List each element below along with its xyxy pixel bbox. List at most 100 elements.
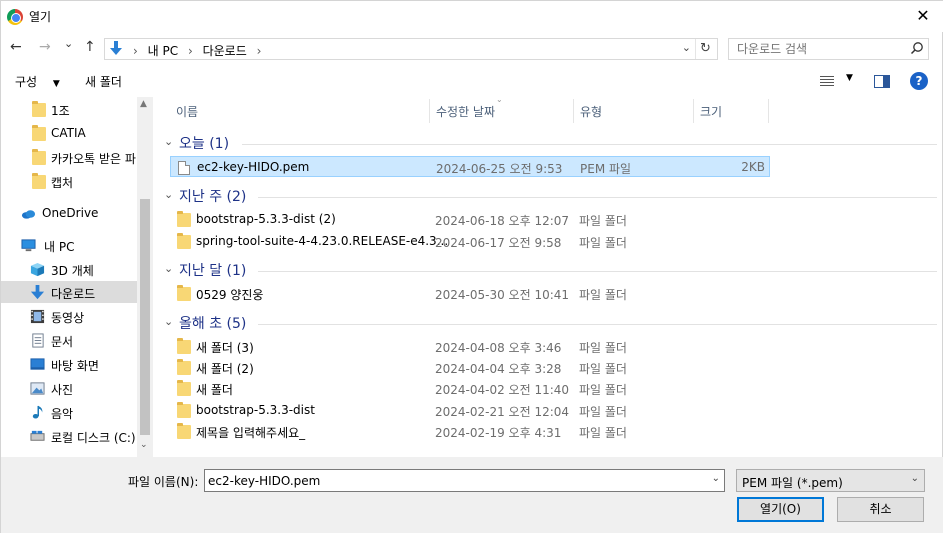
group-header-earlier-this-year[interactable]: ⌄ 올해 초 (5)	[162, 312, 937, 334]
nav-item-local-disk[interactable]: 로컬 디스크 (C:)	[1, 425, 137, 447]
organize-label: 구성	[15, 75, 38, 89]
search-input[interactable]	[729, 39, 904, 59]
column-header-date[interactable]: 수정한 날짜	[436, 103, 495, 120]
file-name: spring-tool-suite-4-4.23.0.RELEASE-e4.3.…	[196, 234, 449, 248]
file-type: 파일 폴더	[579, 426, 627, 440]
pc-icon	[21, 239, 36, 252]
scrollbar-thumb[interactable]	[140, 199, 150, 435]
folder-icon	[177, 402, 191, 418]
column-separator[interactable]	[429, 99, 430, 123]
up-arrow-icon[interactable]: ↑	[84, 39, 96, 55]
preview-pane-icon[interactable]	[874, 75, 890, 88]
search-icon[interactable]	[910, 41, 924, 55]
close-button[interactable]: ✕	[910, 4, 936, 28]
breadcrumb-separator[interactable]: ›	[188, 44, 193, 58]
nav-item-this-pc[interactable]: 내 PC	[1, 234, 137, 256]
refresh-icon[interactable]: ↻	[695, 39, 715, 59]
filename-label: 파일 이름(N):	[128, 475, 199, 489]
file-date: 2024-04-08 오후 3:46	[435, 341, 562, 355]
nav-item-onedrive[interactable]: OneDrive	[1, 202, 137, 224]
nav-item-kakaotalk[interactable]: 카카오톡 받은 파	[1, 146, 137, 168]
nav-item-music[interactable]: 음악	[1, 401, 137, 423]
command-bar: 구성 ▼ 새 폴더 ▼ ?	[1, 66, 943, 96]
file-row[interactable]: bootstrap-5.3.3-dist 2024-02-21 오전 12:04…	[170, 400, 770, 421]
filename-input[interactable]	[205, 470, 700, 491]
file-name: 제목을 입력해주세요_	[196, 426, 306, 440]
window-title: 열기	[29, 10, 52, 24]
scroll-down-icon[interactable]: ⌄	[140, 440, 148, 450]
file-row[interactable]: 0529 양진웅 2024-05-30 오전 10:41 파일 폴더	[170, 283, 770, 304]
new-folder-button[interactable]: 새 폴더	[85, 73, 122, 90]
nav-item-3d-objects[interactable]: 3D 개체	[1, 258, 137, 280]
cancel-button[interactable]: 취소	[837, 497, 924, 522]
nav-item-catia[interactable]: CATIA	[1, 122, 137, 144]
breadcrumb-item-downloads[interactable]: 다운로드	[203, 44, 247, 58]
nav-item-desktop[interactable]: 바탕 화면	[1, 353, 137, 375]
scroll-up-icon[interactable]: ▲	[140, 99, 147, 109]
help-icon[interactable]: ?	[910, 72, 928, 90]
file-row[interactable]: ec2-key-HIDO.pem 2024-06-25 오전 9:53 PEM …	[170, 156, 770, 177]
group-name: 오늘 (1)	[179, 136, 230, 152]
file-row[interactable]: spring-tool-suite-4-4.23.0.RELEASE-e4.3.…	[170, 231, 770, 252]
folder-icon	[177, 285, 191, 301]
column-header-size[interactable]: 크기	[700, 103, 722, 120]
downloads-icon	[110, 41, 122, 55]
group-header-today[interactable]: ⌄ 오늘 (1)	[162, 132, 937, 154]
nav-item-videos[interactable]: 동영상	[1, 305, 137, 327]
file-date: 2024-06-25 오전 9:53	[436, 162, 563, 176]
folder-icon	[32, 173, 46, 189]
chevron-down-icon: ⌄	[910, 473, 919, 484]
column-separator[interactable]	[768, 99, 769, 123]
file-row[interactable]: 새 폴더 (3) 2024-04-08 오후 3:46 파일 폴더	[170, 336, 770, 357]
nav-scrollbar[interactable]: ▲ ⌄	[137, 97, 153, 457]
file-name: 새 폴더 (3)	[196, 341, 254, 355]
group-divider	[258, 324, 937, 325]
nav-item-label: 바탕 화면	[51, 359, 99, 373]
3d-objects-icon	[30, 262, 45, 277]
view-options-button[interactable]: ▼	[818, 72, 856, 90]
recent-locations-icon[interactable]: ⌄	[64, 37, 73, 50]
forward-arrow-icon[interactable]: →	[39, 39, 51, 55]
search-box	[728, 38, 929, 60]
file-row[interactable]: bootstrap-5.3.3-dist (2) 2024-06-18 오후 1…	[170, 209, 770, 230]
group-header-last-month[interactable]: ⌄ 지난 달 (1)	[162, 259, 937, 281]
address-bar[interactable]: › 내 PC › 다운로드 › ⌄ ↻	[104, 38, 718, 60]
folder-icon	[32, 149, 46, 165]
breadcrumb-item-pc[interactable]: 내 PC	[148, 44, 178, 58]
nav-item-pictures[interactable]: 사진	[1, 377, 137, 399]
file-type: 파일 폴더	[579, 341, 627, 355]
open-button[interactable]: 열기(O)	[737, 497, 824, 522]
address-dropdown-icon[interactable]: ⌄	[682, 41, 691, 54]
file-date: 2024-06-18 오후 12:07	[435, 214, 570, 228]
file-row[interactable]: 새 폴더 (2) 2024-04-04 오후 3:28 파일 폴더	[170, 357, 770, 378]
chevron-down-icon[interactable]: ⌄	[712, 473, 720, 484]
column-separator[interactable]	[693, 99, 694, 123]
back-arrow-icon[interactable]: ←	[10, 39, 22, 55]
file-type: 파일 폴더	[579, 236, 627, 250]
file-row[interactable]: 제목을 입력해주세요_ 2024-02-19 오후 4:31 파일 폴더	[170, 421, 770, 442]
breadcrumb-separator[interactable]: ›	[257, 44, 262, 58]
column-headers: 이름 수정한 날짜 ⌄ 유형 크기	[154, 97, 941, 125]
nav-item-label: OneDrive	[42, 206, 99, 220]
nav-item-label: 캡처	[51, 176, 74, 190]
nav-item-downloads[interactable]: 다운로드	[1, 281, 137, 303]
group-header-last-week[interactable]: ⌄ 지난 주 (2)	[162, 185, 937, 207]
file-date: 2024-02-19 오후 4:31	[435, 426, 562, 440]
nav-item-capture[interactable]: 캡처	[1, 170, 137, 192]
nav-item-1jo[interactable]: 1조	[1, 98, 137, 120]
file-name: 새 폴더 (2)	[196, 362, 254, 376]
folder-icon	[32, 101, 46, 117]
dialog-footer: 파일 이름(N): ⌄ PEM 파일 (*.pem) ⌄ 열기(O) 취소	[1, 457, 943, 533]
chevron-down-icon: ⌄	[164, 315, 174, 328]
column-separator[interactable]	[573, 99, 574, 123]
organize-button[interactable]: 구성 ▼	[15, 73, 60, 90]
column-header-name[interactable]: 이름	[176, 103, 198, 120]
file-row[interactable]: 새 폴더 2024-04-02 오전 11:40 파일 폴더	[170, 378, 770, 399]
details-view-icon	[820, 76, 834, 86]
downloads-icon	[30, 285, 45, 300]
column-header-type[interactable]: 유형	[580, 103, 602, 120]
nav-item-documents[interactable]: 문서	[1, 329, 137, 351]
title-bar: 열기 ✕	[1, 1, 943, 32]
file-date: 2024-04-02 오전 11:40	[435, 383, 570, 397]
filetype-select[interactable]: PEM 파일 (*.pem) ⌄	[736, 469, 925, 492]
